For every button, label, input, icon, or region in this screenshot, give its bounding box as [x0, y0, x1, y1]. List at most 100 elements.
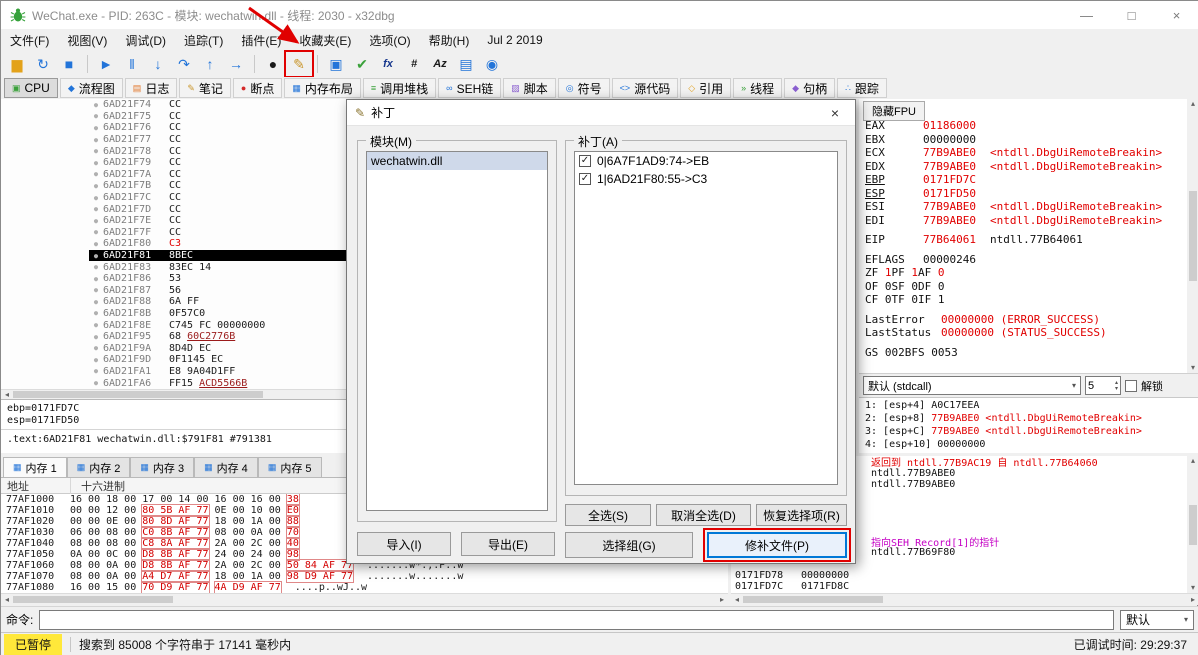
scroll-left-icon[interactable]: ◂	[1, 595, 13, 605]
patch-icon[interactable]: ✎	[284, 50, 314, 78]
argument-row[interactable]: 3: [esp+C] 77B9ABE0 <ntdll.DbgUiRemoteBr…	[859, 426, 1198, 439]
scroll-down-icon[interactable]: ▾	[1187, 363, 1198, 373]
scroll-thumb[interactable]	[13, 391, 263, 398]
register-row[interactable]: EIP 77B64061 ntdll.77B64061	[859, 233, 1187, 247]
argument-row[interactable]: 1: [esp+4] A0C17EEA	[859, 400, 1198, 413]
stepper-arrows-icon[interactable]: ▴ ▾	[1115, 380, 1118, 392]
scroll-left-icon[interactable]: ◂	[731, 595, 743, 605]
tab-trace[interactable]: ∴ 跟踪	[837, 78, 887, 98]
tab-handles[interactable]: ◆ 句柄	[784, 78, 836, 98]
tab-graph[interactable]: ◆ 流程图	[59, 78, 123, 98]
calling-convention-select[interactable]: 默认 (stdcall) ▾	[863, 376, 1081, 395]
globe-icon[interactable]: ◉	[480, 53, 504, 75]
register-row[interactable]: ESI 77B9ABE0 <ntdll.DbgUiRemoteBreakin>	[859, 200, 1187, 214]
tab-references[interactable]: ◇ 引用	[680, 78, 732, 98]
menu-item-file[interactable]: 文件(F)	[1, 29, 58, 52]
strings-icon[interactable]: Az	[428, 53, 452, 75]
stack-row[interactable]: 0171FD7C 0171FD8C	[731, 581, 1187, 592]
register-row[interactable]: ZF 1 PF 1 AF 0	[859, 266, 1187, 280]
dump-row[interactable]: 77AF1070 08 00 0A 00 A4 D7 AF 77 18 00 1A…	[1, 570, 728, 583]
stack-hscrollbar[interactable]: ◂ ▸	[731, 593, 1198, 605]
open-file-icon[interactable]: ▆	[5, 53, 29, 75]
close-button[interactable]: ×	[1154, 1, 1198, 29]
stack-vscrollbar[interactable]: ▴ ▾	[1187, 456, 1198, 593]
trace-ball-icon[interactable]: ●	[261, 53, 285, 75]
memory-tab-5[interactable]: ▦ 内存 5	[257, 457, 322, 477]
register-row[interactable]: EBP 0171FD7C	[859, 173, 1187, 187]
maximize-button[interactable]: □	[1109, 1, 1154, 29]
patch-file-button[interactable]: 修补文件(P)	[703, 528, 851, 562]
register-row[interactable]: CF 0 TF 0 IF 1	[859, 293, 1187, 307]
memory-tab-2[interactable]: ▦ 内存 2	[66, 457, 131, 477]
scroll-thumb[interactable]	[1189, 504, 1197, 545]
register-row[interactable]: LastError 00000000 (ERROR_SUCCESS)	[859, 313, 1187, 327]
tab-source[interactable]: <> 源代码	[611, 78, 679, 98]
argument-count-stepper[interactable]: 5 ▴ ▾	[1085, 376, 1121, 395]
scroll-thumb[interactable]	[743, 596, 883, 603]
scroll-left-icon[interactable]: ◂	[1, 390, 13, 400]
step-into-icon[interactable]: ↓	[146, 53, 170, 75]
patch-checkbox[interactable]: ✓	[579, 155, 591, 167]
tab-cpu[interactable]: ▣ CPU	[4, 78, 58, 98]
patch-dialog-titlebar[interactable]: ✎ 补丁 ×	[347, 100, 855, 126]
hide-fpu-button[interactable]: 隐藏FPU	[863, 101, 925, 121]
registers-vscrollbar[interactable]: ▴ ▾	[1187, 99, 1198, 373]
deselect-all-button[interactable]: 取消全选(D)	[656, 504, 751, 526]
arguments-pane[interactable]: 1: [esp+4] A0C17EEA 2: [esp+8] 77B9ABE0 <…	[859, 397, 1198, 453]
register-row[interactable]: EDX 77B9ABE0 <ntdll.DbgUiRemoteBreakin>	[859, 160, 1187, 174]
tab-threads[interactable]: » 线程	[733, 78, 783, 98]
book-icon[interactable]: ▤	[454, 53, 478, 75]
run-icon[interactable]: ►	[94, 53, 118, 75]
restart-icon[interactable]: ↻	[31, 53, 55, 75]
menu-item-trace[interactable]: 追踪(T)	[175, 29, 232, 52]
register-row[interactable]: OF 0 SF 0 DF 0	[859, 280, 1187, 294]
menu-item-help[interactable]: 帮助(H)	[420, 29, 479, 52]
command-profile-select[interactable]: 默认 ▾	[1120, 609, 1194, 630]
memory-tab-3[interactable]: ▦ 内存 3	[130, 457, 195, 477]
tab-memory-map[interactable]: ▦ 内存布局	[284, 78, 361, 98]
check-icon[interactable]: ✔	[350, 53, 374, 75]
register-row[interactable]: LastStatus 00000000 (STATUS_SUCCESS)	[859, 326, 1187, 340]
export-button[interactable]: 导出(E)	[461, 532, 555, 556]
command-input[interactable]	[39, 609, 1114, 630]
select-group-button[interactable]: 选择组(G)	[565, 532, 693, 558]
run-to-cursor-icon[interactable]: →	[224, 53, 248, 75]
tab-seh[interactable]: ∞ SEH链	[438, 78, 502, 98]
unlock-checkbox[interactable]	[1125, 379, 1137, 392]
scroll-up-icon[interactable]: ▴	[1187, 99, 1198, 109]
tab-symbols[interactable]: ◎ 符号	[557, 78, 610, 98]
step-out-icon[interactable]: ↑	[198, 53, 222, 75]
scroll-thumb[interactable]	[1189, 191, 1197, 281]
register-row[interactable]: ECX 77B9ABE0 <ntdll.DbgUiRemoteBreakin>	[859, 146, 1187, 160]
memory-tab-4[interactable]: ▦ 内存 4	[194, 457, 258, 477]
fx-icon[interactable]: fx	[376, 53, 400, 75]
stop-icon[interactable]: ■	[57, 53, 81, 75]
dump-hscrollbar[interactable]: ◂ ▸	[1, 593, 728, 605]
scroll-right-icon[interactable]: ▸	[1187, 595, 1198, 605]
tab-call-stack[interactable]: ≡ 调用堆栈	[362, 78, 437, 98]
register-row[interactable]: GS 002B FS 0053	[859, 346, 1187, 360]
menu-item-options[interactable]: 选项(O)	[360, 29, 419, 52]
register-row[interactable]: EBX 00000000	[859, 133, 1187, 147]
register-row[interactable]: ESP 0171FD50	[859, 187, 1187, 201]
dump-row[interactable]: 77AF1080 16 00 15 00 70 D9 AF 77 4A D9 AF…	[1, 581, 728, 593]
step-over-icon[interactable]: ↷	[172, 53, 196, 75]
modules-list[interactable]: wechatwin.dll	[366, 151, 548, 511]
module-item[interactable]: wechatwin.dll	[367, 152, 547, 170]
import-button[interactable]: 导入(I)	[357, 532, 451, 556]
tab-log[interactable]: ▤ 日志	[124, 78, 178, 98]
register-row[interactable]: EFLAGS 00000246	[859, 253, 1187, 267]
scroll-right-icon[interactable]: ▸	[716, 595, 728, 605]
tab-breakpoints[interactable]: ● 断点	[232, 78, 283, 98]
scroll-thumb[interactable]	[13, 596, 173, 603]
hash-icon[interactable]: #	[402, 53, 426, 75]
select-all-button[interactable]: 全选(S)	[565, 504, 651, 526]
restore-selection-button[interactable]: 恢复选择项(R)	[756, 504, 847, 526]
patches-list[interactable]: ✓ 0|6A7F1AD9:74->EB ✓ 1|6AD21F80:55->C3	[574, 151, 838, 485]
stack-row[interactable]: 0171FD78 00000000	[731, 570, 1187, 581]
patch-item[interactable]: ✓ 1|6AD21F80:55->C3	[575, 170, 837, 188]
scroll-up-icon[interactable]: ▴	[1187, 456, 1198, 466]
menu-item-debug[interactable]: 调试(D)	[116, 29, 175, 52]
patch-item[interactable]: ✓ 0|6A7F1AD9:74->EB	[575, 152, 837, 170]
pause-icon[interactable]: ‖	[120, 53, 144, 75]
